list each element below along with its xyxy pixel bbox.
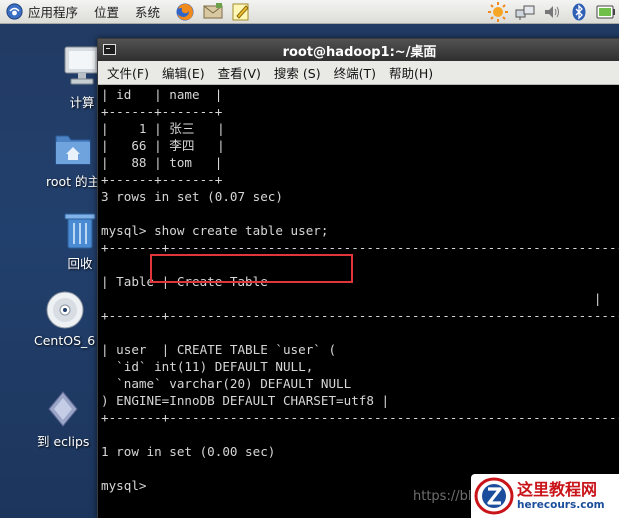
desktop-icon-label: 回收 (67, 256, 93, 271)
desktop-icon-home[interactable]: root 的主 (46, 128, 100, 190)
computer-icon (62, 45, 102, 89)
menu-terminal[interactable]: 终端(T) (334, 63, 376, 82)
desktop-icon-label: CentOS_6 (34, 333, 96, 348)
trash-icon (62, 210, 98, 250)
watermark-url: https://bl (413, 489, 472, 504)
watermark-site-domain: herecours.com (517, 498, 605, 511)
menu-places[interactable]: 位置 (94, 2, 119, 21)
window-title: root@hadoop1:~/桌面 (282, 44, 437, 60)
terminal-line: ) ENGINE=InnoDB DEFAULT CHARSET=utf8 | (101, 393, 390, 408)
menu-edit[interactable]: 编辑(E) (162, 63, 205, 82)
menu-search[interactable]: 搜索 (S) (274, 63, 321, 82)
terminal-line: | (101, 291, 602, 306)
terminal-line: +-------+-------------------------------… (101, 308, 619, 323)
desktop-icon-eclipse[interactable]: 到 eclips (37, 390, 89, 450)
menu-view[interactable]: 查看(V) (218, 63, 261, 82)
terminal-icon[interactable] (103, 44, 116, 55)
terminal-line: mysql> (101, 478, 155, 493)
bluetooth-icon[interactable] (569, 2, 589, 22)
desktop-icon-computer[interactable]: 计算 (62, 45, 102, 111)
desktop-icon-label: root 的主 (46, 174, 101, 189)
watermark-logo: 这里教程网 herecours.com (471, 474, 619, 518)
terminal-line: | 88 | tom | (101, 155, 223, 170)
terminal-line: +------+-------+ (101, 172, 223, 187)
terminal-output[interactable]: | id | name | +------+-------+ | 1 | 张三 … (98, 86, 619, 518)
home-folder-icon (53, 128, 93, 168)
desktop-icon-label: 计算 (69, 95, 95, 110)
terminal-line: +-------+-------------------------------… (101, 410, 619, 425)
terminal-line: `name` varchar(20) DEFAULT NULL (101, 376, 352, 391)
watermark-text: 这里教程网 herecours.com (517, 479, 605, 512)
applications-menu-icon[interactable] (5, 3, 23, 21)
command-highlight-box (150, 254, 353, 283)
firefox-icon[interactable] (174, 1, 196, 23)
system-tray (488, 0, 619, 24)
eclipse-link-icon (43, 390, 83, 428)
network-icon[interactable] (515, 2, 535, 22)
terminal-menubar: 文件(F) 编辑(E) 查看(V) 搜索 (S) 终端(T) 帮助(H) (98, 61, 619, 85)
menu-system[interactable]: 系统 (135, 2, 160, 21)
terminal-window: root@hadoop1:~/桌面 文件(F) 编辑(E) 查看(V) 搜索 (… (97, 38, 619, 518)
window-titlebar[interactable]: root@hadoop1:~/桌面 (98, 39, 619, 61)
top-panel: 应用程序 位置 系统 (0, 0, 619, 24)
battery-icon[interactable] (596, 2, 616, 22)
terminal-line: 3 rows in set (0.07 sec) (101, 189, 283, 204)
volume-icon[interactable] (542, 2, 562, 22)
terminal-line: | user | CREATE TABLE `user` ( (101, 342, 337, 357)
desktop-icon-label: 到 eclips (37, 434, 90, 449)
terminal-line: `id` int(11) DEFAULT NULL, (101, 359, 314, 374)
menu-applications[interactable]: 应用程序 (28, 2, 78, 21)
watermark-badge-icon (474, 477, 514, 515)
weather-sun-icon[interactable] (488, 2, 508, 22)
terminal-line: 1 row in set (0.00 sec) (101, 444, 276, 459)
mail-client-icon[interactable] (202, 1, 224, 23)
text-editor-icon[interactable] (230, 1, 252, 23)
watermark-site-name: 这里教程网 (517, 479, 598, 499)
menu-help[interactable]: 帮助(H) (389, 63, 433, 82)
terminal-line: | id | name | (101, 87, 223, 102)
terminal-line: | 1 | 张三 | (101, 121, 225, 136)
disc-icon (45, 290, 85, 330)
terminal-line: mysql> show create table user; (101, 223, 329, 238)
terminal-line: | 66 | 李四 | (101, 138, 225, 153)
terminal-line: +------+-------+ (101, 104, 223, 119)
panel-menus: 应用程序 位置 系统 (0, 2, 171, 21)
desktop-icon-centos-disc[interactable]: CentOS_6 (34, 290, 95, 348)
desktop-icon-trash[interactable]: 回收 (62, 210, 98, 272)
menu-file[interactable]: 文件(F) (107, 63, 149, 82)
